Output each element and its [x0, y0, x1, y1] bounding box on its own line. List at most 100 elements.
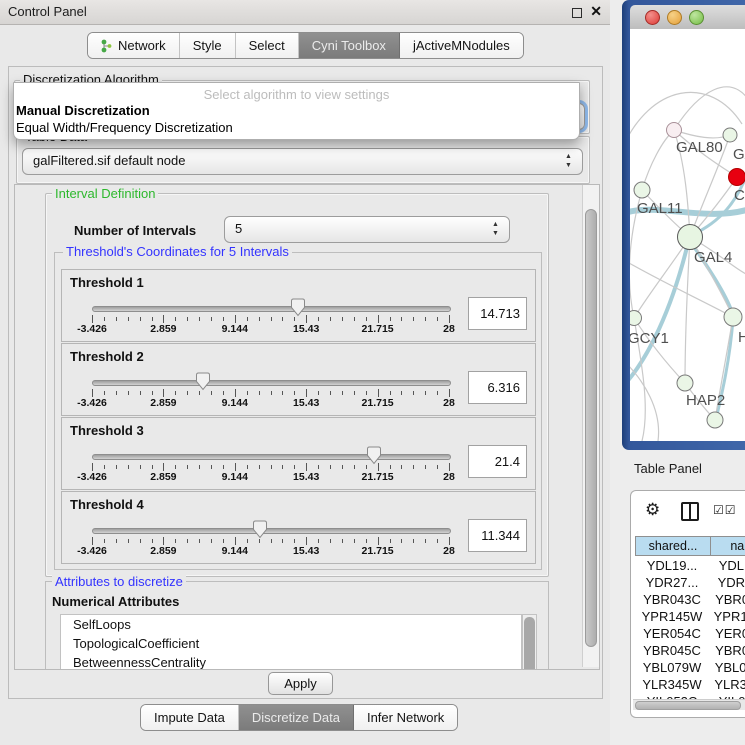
threshold-label: Threshold 3: [70, 423, 144, 438]
scale-tick-label: 28: [443, 323, 455, 335]
network-node[interactable]: [630, 311, 642, 326]
number-of-intervals-combobox[interactable]: 5 ▲▼: [224, 216, 510, 243]
interval-definition-title: Interval Definition: [52, 186, 158, 201]
thresholds-group-title: Threshold's Coordinates for 5 Intervals: [63, 244, 292, 259]
column-header-name[interactable]: name: [710, 536, 745, 556]
columns-icon[interactable]: [681, 502, 699, 521]
threshold-value-field[interactable]: 14.713: [468, 297, 527, 330]
network-icon: [101, 39, 113, 53]
scale-tick-label: 2.859: [150, 397, 176, 409]
network-node[interactable]: [723, 128, 737, 142]
interval-definition-group: Interval Definition Number of Intervals …: [45, 193, 549, 577]
table-row[interactable]: YBR045C YBR045C: [631, 642, 745, 659]
network-node[interactable]: [634, 182, 650, 198]
threshold-row: Threshold 3 -3.4262.8599.14415.4321.7152…: [61, 417, 536, 490]
table-row[interactable]: YDL19... YDL19...: [631, 557, 745, 574]
control-panel-titlebar: Control Panel ✕: [0, 0, 610, 25]
scrollbar-thumb[interactable]: [635, 701, 741, 710]
table-data-combobox[interactable]: galFiltered.sif default node ▲▼: [22, 148, 583, 175]
threshold-value-field[interactable]: 6.316: [468, 371, 527, 404]
network-node[interactable]: [667, 123, 682, 138]
panel-title: Control Panel: [8, 4, 87, 19]
select-columns-checkboxes-icon[interactable]: ☑☑: [713, 503, 737, 517]
settings-scrollpane: Interval Definition Number of Intervals …: [14, 184, 600, 670]
threshold-label: Threshold 1: [70, 275, 144, 290]
slider-track[interactable]: [92, 306, 451, 312]
network-node-label: H: [738, 329, 745, 346]
network-node[interactable]: [678, 225, 703, 250]
scrollbar-thumb[interactable]: [585, 209, 597, 647]
network-node-label: GCY1: [630, 330, 669, 347]
network-node[interactable]: [729, 169, 745, 186]
tab-impute-data[interactable]: Impute Data: [141, 705, 239, 730]
network-node[interactable]: [724, 308, 742, 326]
gear-icon[interactable]: ⚙: [645, 501, 660, 518]
scale-tick-label: 2.859: [150, 471, 176, 483]
tab-discretize-data[interactable]: Discretize Data: [239, 705, 354, 730]
dropdown-option-equal-width[interactable]: Equal Width/Frequency Discretization: [16, 120, 233, 135]
apply-button[interactable]: Apply: [268, 672, 333, 695]
network-node[interactable]: [707, 412, 723, 428]
slider-track[interactable]: [92, 380, 451, 386]
close-icon[interactable]: ✕: [590, 3, 602, 20]
stepper-arrows-icon: ▲▼: [490, 220, 501, 238]
numerical-attributes-list[interactable]: SelfLoopsTopologicalCoefficientBetweenne…: [60, 614, 522, 670]
threshold-value-field[interactable]: 11.344: [468, 519, 527, 552]
slider-scale: -3.4262.8599.14415.4321.71528: [62, 397, 535, 409]
thresholds-group: Threshold's Coordinates for 5 Intervals …: [54, 252, 542, 570]
slider-track[interactable]: [92, 454, 451, 460]
scale-tick-label: 9.144: [222, 397, 248, 409]
tab-infer-network[interactable]: Infer Network: [354, 705, 457, 730]
dropdown-option-manual[interactable]: Manual Discretization: [16, 103, 150, 118]
scrollbar-thumb[interactable]: [524, 617, 535, 670]
table-horizontal-scrollbar[interactable]: [633, 699, 745, 710]
tab-cyni-toolbox[interactable]: Cyni Toolbox: [299, 33, 400, 58]
screen: Control Panel ✕ Network Style Select Cyn…: [0, 0, 745, 745]
column-header-shared-name[interactable]: shared...: [635, 536, 711, 556]
slider-scale: -3.4262.8599.14415.4321.71528: [62, 323, 535, 335]
network-node-label: GA: [733, 146, 745, 163]
zoom-traffic-light[interactable]: [689, 10, 704, 25]
threshold-value-field[interactable]: 21.4: [468, 445, 527, 478]
minimize-traffic-light[interactable]: [667, 10, 682, 25]
attribute-list-item[interactable]: SelfLoops: [61, 615, 521, 634]
table-row[interactable]: YPR145W YPR145W: [631, 608, 745, 625]
table-row[interactable]: YER054C YER054C: [631, 625, 745, 642]
scale-tick-label: -3.426: [77, 323, 107, 335]
top-tab-bar: Network Style Select Cyni Toolbox jActiv…: [87, 32, 524, 59]
attributes-list-scrollbar[interactable]: [522, 614, 537, 670]
network-canvas[interactable]: GAL80GACGAL11GAL4GCY1HHAP2: [630, 29, 745, 441]
tab-jactivemnodules[interactable]: jActiveMNodules: [400, 33, 523, 58]
attribute-list-item[interactable]: BetweennessCentrality: [61, 653, 521, 670]
scale-tick-label: 21.715: [362, 397, 394, 409]
slider-track[interactable]: [92, 528, 451, 534]
attribute-list-item[interactable]: TopologicalCoefficient: [61, 634, 521, 653]
table-row[interactable]: YBR043C YBR043C: [631, 591, 745, 608]
network-node-label: C: [734, 187, 745, 204]
dropdown-hint: Select algorithm to view settings: [14, 87, 579, 102]
table-row[interactable]: YLR345W YLR345W: [631, 676, 745, 693]
slider-scale: -3.4262.8599.14415.4321.71528: [62, 545, 535, 557]
attributes-group: Attributes to discretize Numerical Attri…: [45, 581, 549, 670]
tab-network[interactable]: Network: [88, 33, 180, 58]
tab-select[interactable]: Select: [236, 33, 299, 58]
network-window-titlebar[interactable]: [630, 5, 745, 30]
network-node[interactable]: [677, 375, 693, 391]
network-node-label: GAL80: [676, 139, 723, 156]
scale-tick-label: 28: [443, 471, 455, 483]
close-traffic-light[interactable]: [645, 10, 660, 25]
scale-tick-label: 28: [443, 397, 455, 409]
bottom-tab-bar: Impute Data Discretize Data Infer Networ…: [140, 704, 458, 731]
numerical-attributes-label: Numerical Attributes: [52, 594, 179, 609]
table-rows: YDL19... YDL19... YDR27... YDR27... YBR0…: [631, 557, 745, 699]
settings-vertical-scrollbar[interactable]: [582, 185, 599, 667]
table-row[interactable]: YBL079W YBL079W: [631, 659, 745, 676]
scale-tick-label: 9.144: [222, 471, 248, 483]
table-row[interactable]: YDR27... YDR27...: [631, 574, 745, 591]
scale-tick-label: 21.715: [362, 545, 394, 557]
scale-tick-label: 28: [443, 545, 455, 557]
float-window-icon[interactable]: [572, 8, 582, 18]
tab-style[interactable]: Style: [180, 33, 236, 58]
number-of-intervals-label: Number of Intervals: [74, 223, 196, 238]
threshold-row: Threshold 1 -3.4262.8599.14415.4321.7152…: [61, 269, 536, 342]
